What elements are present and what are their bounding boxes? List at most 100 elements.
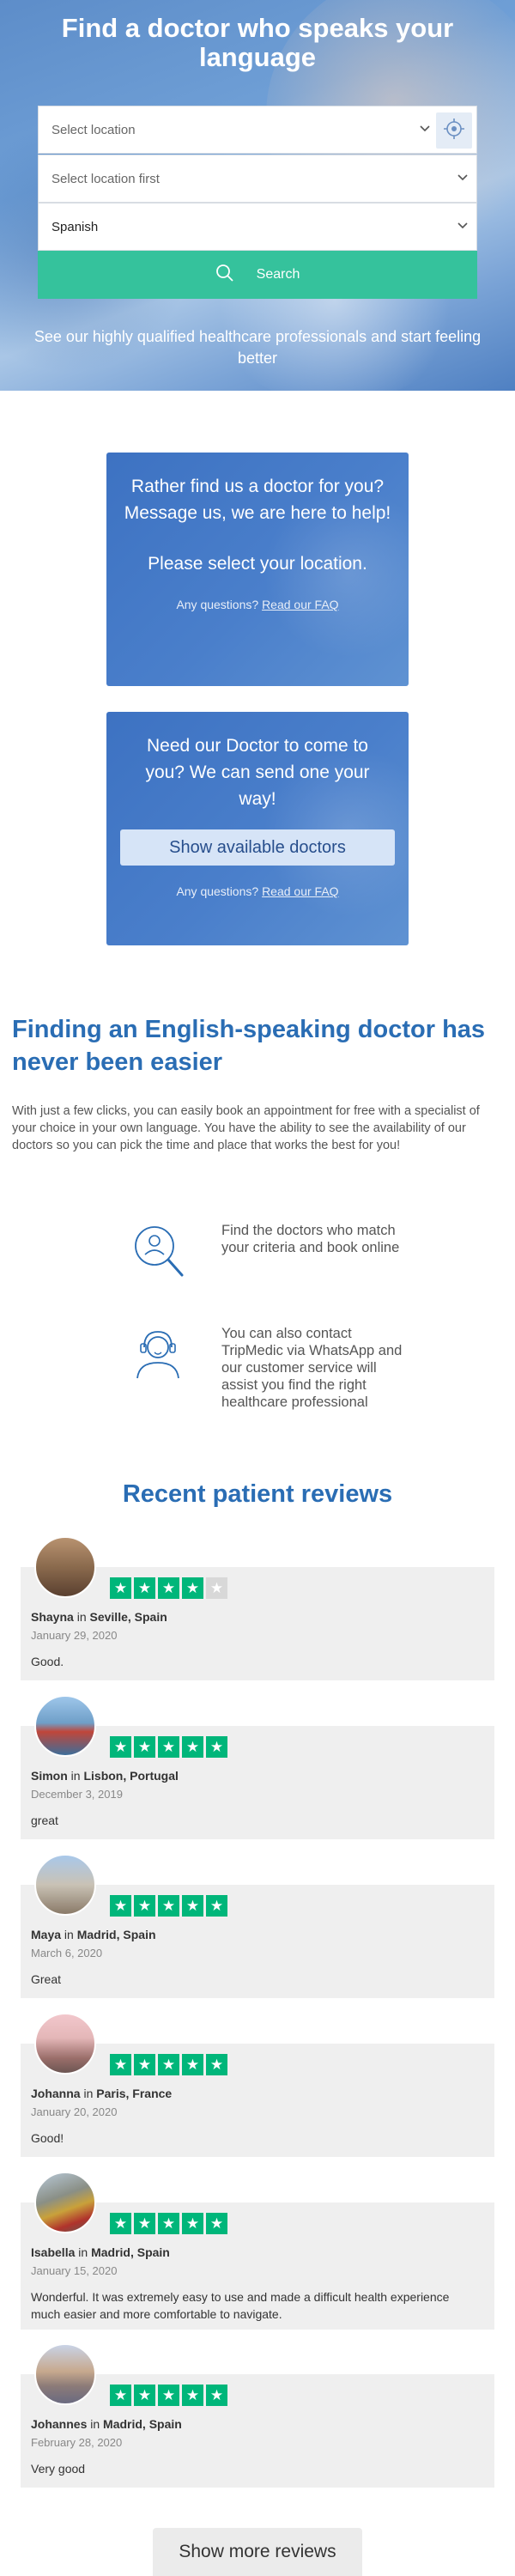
star-icon: ★ bbox=[206, 1577, 227, 1599]
avatar bbox=[34, 1536, 96, 1598]
star-rating: ★ ★ ★ ★ ★ bbox=[110, 2054, 227, 2075]
star-icon: ★ bbox=[110, 2213, 131, 2234]
reviewer-in: in bbox=[76, 1610, 87, 1624]
review-card: ★ ★ ★ ★ ★ Johannes in Madrid, Spain February… bbox=[21, 2343, 494, 2488]
hero-section: Find a doctor who speaks your language S… bbox=[0, 0, 515, 391]
reviewer-in: in bbox=[90, 2417, 100, 2431]
avatar bbox=[34, 1854, 96, 1916]
star-rating: ★ ★ ★ ★ ★ bbox=[110, 2385, 227, 2406]
review-text: Very good bbox=[31, 2462, 86, 2476]
review-text: Good. bbox=[31, 1655, 64, 1668]
review-card: ★ ★ ★ ★ ★ Maya in Madrid, Spain March 6, 202… bbox=[21, 1854, 494, 1998]
star-icon: ★ bbox=[158, 2213, 179, 2234]
star-icon: ★ bbox=[158, 2385, 179, 2406]
language-select-value: Spanish bbox=[52, 219, 99, 234]
star-icon: ★ bbox=[158, 1736, 179, 1758]
feature-whatsapp-support: You can also contact TripMedic via Whats… bbox=[129, 1325, 403, 1437]
reviewer-location: Lisbon, Portugal bbox=[83, 1769, 179, 1783]
chevron-down-icon bbox=[457, 219, 468, 232]
chevron-down-icon bbox=[457, 171, 468, 184]
search-button[interactable]: Search bbox=[38, 251, 477, 299]
star-icon: ★ bbox=[134, 1577, 155, 1599]
star-icon: ★ bbox=[206, 1736, 227, 1758]
feature-text: Find the doctors who match your criteria… bbox=[221, 1223, 400, 1255]
reviewer-line: Isabella in Madrid, Spain bbox=[31, 2245, 170, 2259]
star-icon: ★ bbox=[206, 2213, 227, 2234]
sublocation-select[interactable]: Select location first bbox=[38, 155, 477, 203]
star-icon: ★ bbox=[110, 1577, 131, 1599]
reviews-title: Recent patient reviews bbox=[122, 1480, 393, 1508]
review-card: ★ ★ ★ ★ ★ Johanna in Paris, France January 2… bbox=[21, 2013, 494, 2157]
reviewer-name: Maya bbox=[31, 1928, 62, 1941]
review-date: January 29, 2020 bbox=[31, 1629, 118, 1642]
doctor-visit-card: Need our Doctor to come to you? We can s… bbox=[106, 712, 409, 945]
star-icon: ★ bbox=[158, 2054, 179, 2075]
star-icon: ★ bbox=[134, 1736, 155, 1758]
crosshair-icon bbox=[443, 118, 465, 143]
faq-link[interactable]: Read our FAQ bbox=[262, 598, 339, 611]
star-icon: ★ bbox=[182, 2054, 203, 2075]
show-available-doctors-button[interactable]: Show available doctors bbox=[120, 829, 395, 866]
reviewer-line: Maya in Madrid, Spain bbox=[31, 1928, 156, 1941]
sublocation-select-value: Select location first bbox=[52, 171, 160, 186]
avatar bbox=[34, 2172, 96, 2233]
star-icon: ★ bbox=[110, 1895, 131, 1917]
avatar bbox=[34, 1695, 96, 1757]
location-select[interactable]: Select location bbox=[38, 106, 477, 154]
reviewer-location: Madrid, Spain bbox=[103, 2417, 182, 2431]
review-text: great bbox=[31, 1814, 58, 1827]
review-text: Wonderful. It was extremely easy to use … bbox=[31, 2290, 450, 2321]
star-icon: ★ bbox=[158, 1577, 179, 1599]
feature-find-doctors: Find the doctors who match your criteria… bbox=[129, 1222, 403, 1308]
search-button-label: Search bbox=[256, 267, 300, 282]
message-us-card: Rather find us a doctor for you? Message… bbox=[106, 453, 409, 686]
star-icon: ★ bbox=[134, 2385, 155, 2406]
language-select[interactable]: Spanish bbox=[38, 203, 477, 251]
star-icon: ★ bbox=[182, 2213, 203, 2234]
star-rating: ★ ★ ★ ★ ★ bbox=[110, 1577, 227, 1599]
star-icon: ★ bbox=[134, 2054, 155, 2075]
search-person-icon bbox=[129, 1222, 187, 1280]
reviewer-in: in bbox=[78, 2245, 88, 2259]
faq-link[interactable]: Read our FAQ bbox=[262, 884, 339, 898]
review-card: ★ ★ ★ ★ ★ Simon in Lisbon, Portugal December… bbox=[21, 1695, 494, 1839]
star-icon: ★ bbox=[110, 2054, 131, 2075]
reviewer-name: Isabella bbox=[31, 2245, 76, 2259]
review-text: Great bbox=[31, 1972, 62, 1986]
location-select-value: Select location bbox=[52, 122, 136, 137]
doctor-visit-title: Need our Doctor to come to you? We can s… bbox=[145, 736, 370, 809]
hero-title: Find a doctor who speaks your language bbox=[61, 13, 454, 72]
review-date: February 28, 2020 bbox=[31, 2436, 123, 2449]
star-icon: ★ bbox=[110, 1736, 131, 1758]
star-icon: ★ bbox=[182, 1577, 203, 1599]
search-icon bbox=[215, 264, 234, 287]
review-date: March 6, 2020 bbox=[31, 1947, 103, 1959]
info-title: Finding an English-speaking doctor has n… bbox=[12, 1016, 486, 1076]
show-more-reviews-button[interactable]: Show more reviews bbox=[153, 2528, 362, 2576]
chevron-down-icon bbox=[420, 122, 430, 135]
select-location-prompt: Please select your location. bbox=[148, 554, 367, 574]
reviewer-location: Madrid, Spain bbox=[91, 2245, 170, 2259]
reviewer-line: Johannes in Madrid, Spain bbox=[31, 2417, 182, 2431]
star-icon: ★ bbox=[206, 1895, 227, 1917]
star-icon: ★ bbox=[206, 2385, 227, 2406]
review-card: ★ ★ ★ ★ ★ Isabella in Madrid, Spain January … bbox=[21, 2172, 494, 2330]
support-agent-icon bbox=[129, 1325, 187, 1383]
locate-me-button[interactable] bbox=[436, 112, 472, 149]
star-rating: ★ ★ ★ ★ ★ bbox=[110, 2213, 227, 2234]
reviewer-name: Shayna bbox=[31, 1610, 74, 1624]
reviewer-in: in bbox=[70, 1769, 81, 1783]
star-icon: ★ bbox=[134, 2213, 155, 2234]
avatar bbox=[34, 2343, 96, 2405]
reviewer-in: in bbox=[64, 1928, 74, 1941]
avatar bbox=[34, 2013, 96, 2075]
reviewer-line: Simon in Lisbon, Portugal bbox=[31, 1769, 179, 1783]
review-date: January 15, 2020 bbox=[31, 2264, 118, 2277]
star-rating: ★ ★ ★ ★ ★ bbox=[110, 1736, 227, 1758]
info-body: With just a few clicks, you can easily b… bbox=[12, 1104, 480, 1152]
reviewer-name: Johannes bbox=[31, 2417, 88, 2431]
star-icon: ★ bbox=[110, 2385, 131, 2406]
star-icon: ★ bbox=[182, 2385, 203, 2406]
reviewer-name: Simon bbox=[31, 1769, 68, 1783]
reviewer-location: Madrid, Spain bbox=[76, 1928, 156, 1941]
